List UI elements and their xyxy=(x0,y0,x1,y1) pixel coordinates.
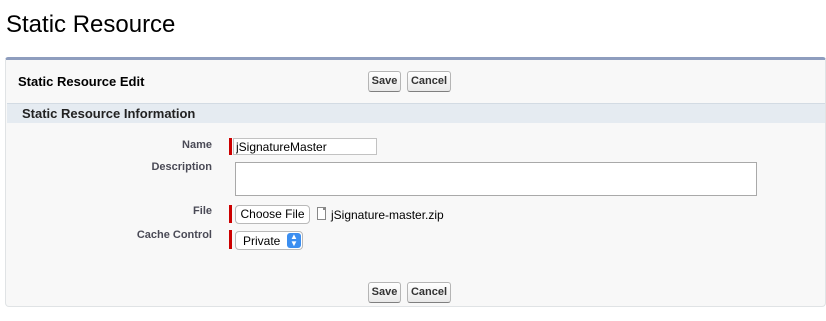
cancel-button-top[interactable]: Cancel xyxy=(407,71,451,92)
panel-title: Static Resource Edit xyxy=(18,74,145,89)
section-title: Static Resource Information xyxy=(22,106,196,121)
choose-file-button[interactable]: Choose File xyxy=(235,205,310,224)
name-field[interactable] xyxy=(233,138,377,155)
cancel-button-bottom[interactable]: Cancel xyxy=(407,282,451,303)
file-icon xyxy=(317,207,326,220)
description-label: Description xyxy=(151,161,212,173)
cache-control-select[interactable]: Private ▲ ▼ xyxy=(235,231,303,250)
save-button-top[interactable]: Save xyxy=(368,71,401,92)
file-label: File xyxy=(193,205,212,217)
cache-control-label: Cache Control xyxy=(136,229,212,241)
edit-panel: Static Resource Edit Save Cancel Static … xyxy=(5,57,826,307)
name-label: Name xyxy=(182,139,212,151)
cache-control-value: Private xyxy=(243,234,281,248)
section-header: Static Resource Information xyxy=(7,103,825,123)
file-required-indicator xyxy=(229,205,232,223)
save-button-bottom[interactable]: Save xyxy=(368,282,401,303)
chevron-updown-icon: ▲ ▼ xyxy=(287,233,301,248)
file-name: jSignature-master.zip xyxy=(331,208,444,222)
cache-control-required-indicator xyxy=(229,230,232,249)
description-field[interactable] xyxy=(235,162,757,196)
name-required-indicator xyxy=(229,138,232,155)
page-title: Static Resource xyxy=(6,11,176,38)
